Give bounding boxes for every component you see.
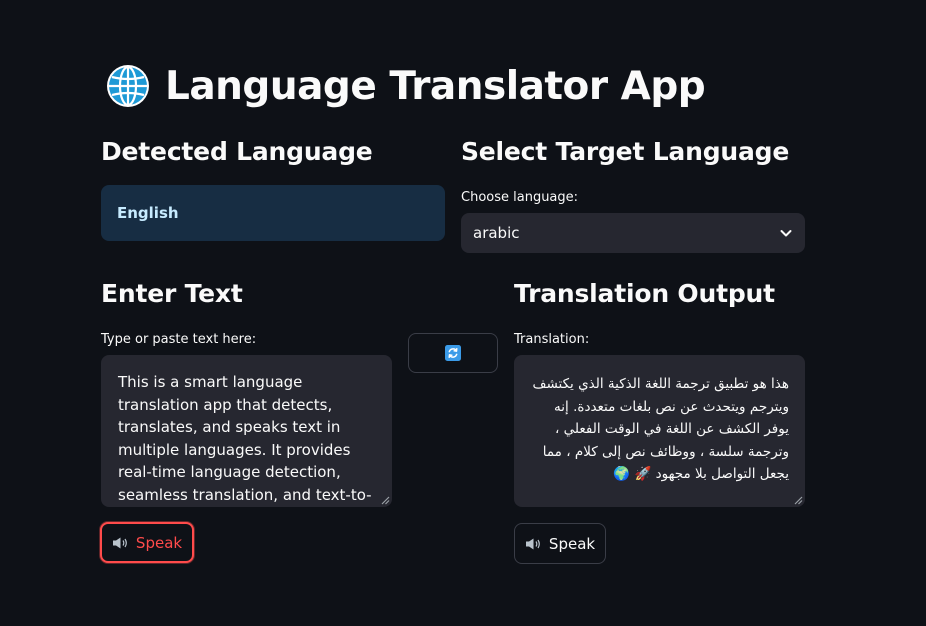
speak-translation-label: Speak [548,534,596,553]
app-root: Language Translator App Detected Languag… [0,0,926,626]
target-language-select[interactable]: arabic [461,213,805,253]
speaker-icon [112,537,127,548]
swap-icon [445,345,461,361]
translation-output-textarea[interactable]: هذا هو تطبيق ترجمة اللغة الذكية الذي يكت… [514,355,805,507]
speak-input-button[interactable]: Speak [100,522,194,563]
detected-language-value: English [117,204,179,222]
speaker-icon [525,538,540,549]
input-text-content: This is a smart language translation app… [118,373,372,504]
input-textarea[interactable]: This is a smart language translation app… [101,355,392,507]
app-header: Language Translator App [105,58,706,114]
page-title: Language Translator App [165,63,706,109]
speak-input-label: Speak [135,533,183,552]
target-language-value: arabic [473,224,520,242]
resize-handle-icon[interactable] [794,496,803,505]
choose-language-label: Choose language: [461,190,579,205]
translation-label: Translation: [514,332,590,347]
enter-text-heading: Enter Text [101,279,243,308]
translation-output-text: هذا هو تطبيق ترجمة اللغة الذكية الذي يكت… [532,376,789,482]
resize-handle-icon[interactable] [381,496,390,505]
globe-icon [107,65,149,107]
speak-translation-button[interactable]: Speak [514,523,606,564]
swap-languages-button[interactable] [408,333,498,373]
translation-output-heading: Translation Output [514,279,775,308]
detected-language-heading: Detected Language [101,137,373,166]
detected-language-box: English [101,185,445,241]
target-language-heading: Select Target Language [461,137,790,166]
chevron-down-icon [780,230,792,237]
input-text-label: Type or paste text here: [101,332,257,347]
